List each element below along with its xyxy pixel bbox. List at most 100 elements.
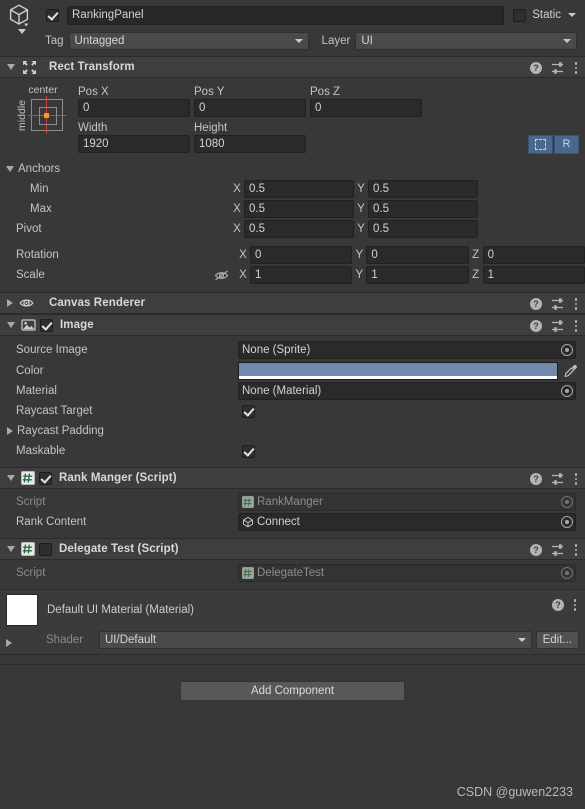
color-swatch xyxy=(239,362,557,376)
layer-dropdown[interactable]: UI xyxy=(355,32,577,50)
tag-label: Tag xyxy=(45,35,64,47)
anchors-label: Anchors xyxy=(18,163,61,175)
help-icon[interactable]: ? xyxy=(530,298,542,310)
anchor-max-x-value: 0.5 xyxy=(249,203,265,215)
object-picker-icon[interactable] xyxy=(561,385,573,397)
gameobject-name-input[interactable]: RankingPanel xyxy=(67,5,505,25)
pos-x-value: 0 xyxy=(83,102,90,114)
delegate-test-header[interactable]: Delegate Test (Script) ? xyxy=(0,538,585,560)
tag-dropdown[interactable]: Untagged xyxy=(68,32,309,50)
delegate-test-script-label: Script xyxy=(16,567,46,579)
axis-y-label: Y xyxy=(357,223,365,235)
help-icon[interactable]: ? xyxy=(530,473,542,485)
image-enabled-checkbox[interactable] xyxy=(40,318,53,332)
source-image-objectfield[interactable]: None (Sprite) xyxy=(238,341,576,359)
raycast-target-row: Raycast Target xyxy=(0,401,585,421)
rotation-y-input[interactable]: 0 xyxy=(366,246,469,264)
image-foldout[interactable] xyxy=(7,322,15,328)
rank-manager-header[interactable]: Rank Manger (Script) ? xyxy=(0,467,585,489)
scale-x-value: 1 xyxy=(255,269,262,281)
object-picker-icon[interactable] xyxy=(561,344,573,356)
raw-edit-mode-button[interactable]: R xyxy=(554,134,579,154)
width-input[interactable]: 1920 xyxy=(78,135,190,153)
raycast-padding-row[interactable]: Raycast Padding xyxy=(0,421,585,441)
raycast-target-checkbox[interactable] xyxy=(242,404,255,418)
more-menu-icon[interactable] xyxy=(574,61,578,75)
anchor-min-x-input[interactable]: 0.5 xyxy=(244,180,354,198)
raycast-padding-foldout-icon[interactable] xyxy=(7,427,13,435)
delegate-test-foldout[interactable] xyxy=(7,546,15,552)
rotation-x-input[interactable]: 0 xyxy=(250,246,353,264)
material-objectfield[interactable]: None (Material) xyxy=(238,382,576,400)
more-menu-icon[interactable] xyxy=(573,598,577,612)
anchor-max-x-input[interactable]: 0.5 xyxy=(244,200,354,218)
more-menu-icon[interactable] xyxy=(574,472,578,486)
anchors-foldout-row[interactable]: Anchors xyxy=(0,159,585,179)
more-menu-icon[interactable] xyxy=(574,319,578,333)
scale-x-input[interactable]: 1 xyxy=(250,266,353,284)
color-field[interactable] xyxy=(238,361,558,380)
gameobject-enabled-checkbox[interactable] xyxy=(46,8,59,22)
preset-icon[interactable] xyxy=(551,297,565,311)
delegate-test-body: Script DelegateTest xyxy=(0,560,585,589)
preset-icon[interactable] xyxy=(551,61,565,75)
color-label: Color xyxy=(16,364,44,377)
width-label: Width xyxy=(78,122,108,134)
maskable-checkbox[interactable] xyxy=(242,444,255,458)
cube-dropdown-caret-icon[interactable] xyxy=(6,29,32,46)
rank-manager-enabled-checkbox[interactable] xyxy=(39,471,52,485)
image-header[interactable]: Image ? xyxy=(0,314,585,336)
rect-transform-foldout[interactable] xyxy=(7,64,15,70)
anchor-min-x-value: 0.5 xyxy=(249,183,265,195)
add-component-button[interactable]: Add Component xyxy=(180,681,405,701)
add-component-label: Add Component xyxy=(250,685,335,697)
static-dropdown-caret-icon[interactable] xyxy=(568,13,576,17)
rank-content-objectfield[interactable]: Connect xyxy=(238,513,576,531)
help-icon[interactable]: ? xyxy=(552,599,564,611)
maskable-label: Maskable xyxy=(16,445,66,457)
rank-manager-foldout[interactable] xyxy=(7,475,15,481)
shader-edit-button[interactable]: Edit... xyxy=(535,631,579,649)
material-label: Material xyxy=(16,385,57,397)
preset-icon[interactable] xyxy=(551,543,565,557)
axis-z-label: Z xyxy=(472,249,480,261)
pos-x-input[interactable]: 0 xyxy=(78,99,190,117)
canvas-renderer-header[interactable]: Canvas Renderer ? xyxy=(0,292,585,314)
help-icon[interactable]: ? xyxy=(530,320,542,332)
height-input[interactable]: 1080 xyxy=(194,135,306,153)
tag-layer-bar: Tag Untagged Layer UI xyxy=(0,29,585,52)
eyedropper-icon[interactable] xyxy=(563,364,577,378)
pos-z-input[interactable]: 0 xyxy=(310,99,422,117)
scale-z-input[interactable]: 1 xyxy=(482,266,585,284)
width-value: 1920 xyxy=(83,138,109,150)
material-foldout-icon[interactable] xyxy=(6,639,12,647)
shader-dropdown[interactable]: UI/Default xyxy=(99,631,532,649)
more-menu-icon[interactable] xyxy=(574,297,578,311)
pivot-y-input[interactable]: 0.5 xyxy=(368,220,478,238)
image-title: Image xyxy=(60,319,94,331)
rect-transform-header[interactable]: Rect Transform ? xyxy=(0,56,585,78)
blueprint-mode-button[interactable] xyxy=(528,134,553,154)
object-picker-icon[interactable] xyxy=(561,516,573,528)
anchor-max-y-input[interactable]: 0.5 xyxy=(368,200,478,218)
eye-slash-icon[interactable] xyxy=(214,269,236,282)
delegate-test-enabled-checkbox[interactable] xyxy=(39,542,52,556)
rotation-z-input[interactable]: 0 xyxy=(482,246,585,264)
anchor-preset-widget[interactable]: center middle xyxy=(0,84,78,155)
anchor-preset-diagram xyxy=(27,96,66,134)
watermark: CSDN @guwen2233 xyxy=(456,785,573,799)
pivot-x-input[interactable]: 0.5 xyxy=(244,220,354,238)
pos-y-input[interactable]: 0 xyxy=(194,99,306,117)
static-checkbox[interactable] xyxy=(513,8,527,22)
scale-y-input[interactable]: 1 xyxy=(366,266,469,284)
anchors-foldout-icon[interactable] xyxy=(6,166,14,172)
shader-label: Shader xyxy=(46,634,84,646)
canvas-renderer-foldout[interactable] xyxy=(7,299,13,307)
preset-icon[interactable] xyxy=(551,319,565,333)
anchor-min-y-input[interactable]: 0.5 xyxy=(368,180,478,198)
preset-icon[interactable] xyxy=(551,472,565,486)
cube-icon xyxy=(6,2,32,28)
more-menu-icon[interactable] xyxy=(574,543,578,557)
help-icon[interactable]: ? xyxy=(530,62,542,74)
help-icon[interactable]: ? xyxy=(530,544,542,556)
